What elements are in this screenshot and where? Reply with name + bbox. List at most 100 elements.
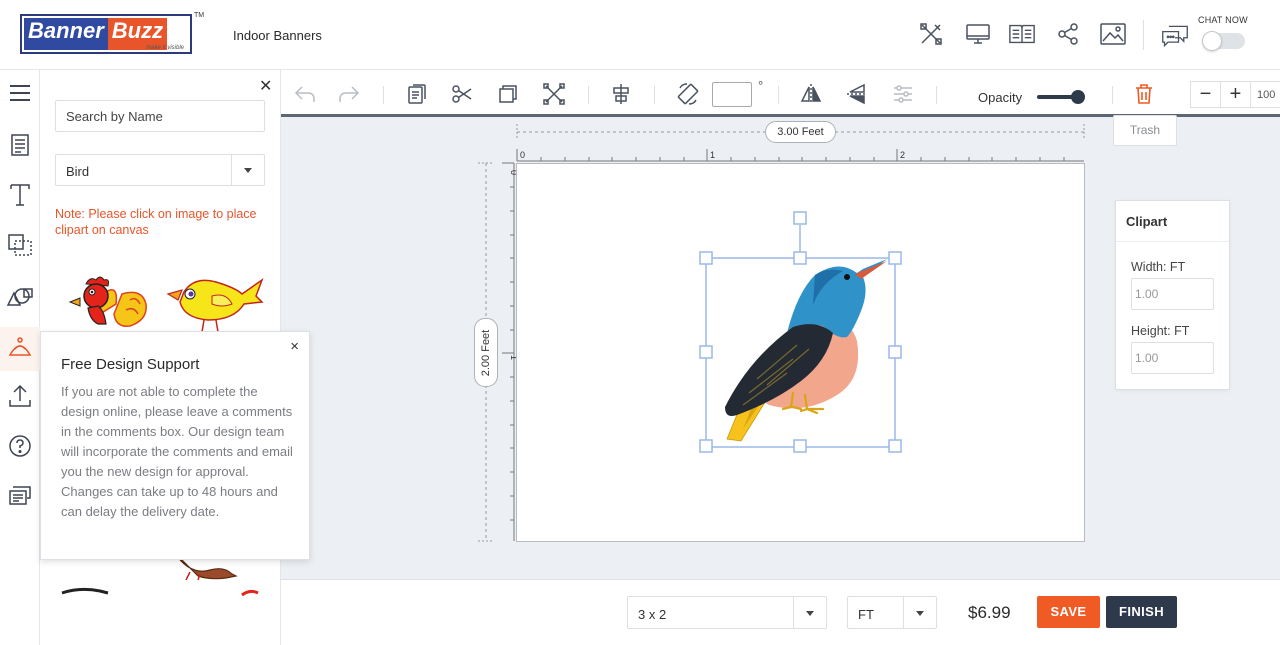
toolbar-divider <box>383 86 384 104</box>
ruler-h-ticks <box>516 149 1065 161</box>
clipart-icon[interactable] <box>6 282 34 310</box>
chat-bubble-icon[interactable] <box>1161 22 1189 50</box>
finish-button[interactable]: FINISH <box>1106 596 1177 628</box>
redo-icon[interactable] <box>337 82 361 106</box>
share-icon[interactable] <box>1054 20 1082 48</box>
rotation-angle-input[interactable] <box>712 82 752 107</box>
upload-icon[interactable] <box>6 382 34 410</box>
bottom-bar: 3 x 2 FT $6.99 SAVE FINISH <box>281 579 1280 645</box>
clipart-red-bird[interactable] <box>240 584 260 602</box>
help-icon[interactable] <box>6 432 34 460</box>
paste-icon[interactable] <box>405 82 429 106</box>
zoom-control: − + 100 <box>1190 81 1280 108</box>
text-icon[interactable] <box>6 181 34 209</box>
unit-select[interactable]: FT <box>847 596 937 629</box>
toolbar-divider <box>654 86 655 104</box>
resize-handle-top-left[interactable] <box>699 251 713 265</box>
logo-text-banner: Banner <box>24 18 108 50</box>
editor-toolbar: ° Opacity − + 100 <box>281 70 1280 117</box>
comments-icon[interactable] <box>6 482 34 510</box>
resize-handle-left[interactable] <box>699 345 713 359</box>
chevron-down-icon <box>244 168 252 173</box>
flip-horizontal-icon[interactable] <box>799 82 823 106</box>
rotate-handle[interactable] <box>793 211 807 225</box>
image-gallery-icon[interactable] <box>1099 20 1127 48</box>
resize-handle-right[interactable] <box>888 345 902 359</box>
menu-icon[interactable] <box>6 79 34 107</box>
book-guide-icon[interactable] <box>1008 20 1036 48</box>
chat-toggle[interactable] <box>1202 31 1245 51</box>
clipart-width-input[interactable] <box>1131 278 1214 310</box>
undo-icon[interactable] <box>293 82 317 106</box>
duplicate-icon[interactable] <box>496 82 520 106</box>
toolbar-divider <box>936 86 937 104</box>
header-divider <box>1143 20 1144 50</box>
logo-tagline: make it visible <box>146 45 184 51</box>
select-divider <box>903 597 904 628</box>
flip-vertical-icon[interactable] <box>845 82 869 106</box>
resize-handle-top[interactable] <box>793 251 807 265</box>
rotate-icon[interactable] <box>676 82 700 106</box>
ruler-h-label: 1 <box>710 150 715 160</box>
resize-handle-bottom[interactable] <box>793 439 807 453</box>
canvas-height-label: 2.00 Feet <box>474 318 498 387</box>
trash-tooltip: Trash <box>1113 115 1177 146</box>
opacity-slider-handle[interactable] <box>1071 90 1085 104</box>
degree-symbol: ° <box>758 78 764 93</box>
width-label: Width: FT <box>1131 260 1186 274</box>
clipart-dark-bird[interactable] <box>60 582 110 600</box>
popup-title: Free Design Support <box>61 356 200 373</box>
zoom-out-button[interactable]: − <box>1191 82 1221 107</box>
ruler-h-label: 2 <box>900 150 905 160</box>
tool-rail <box>0 70 40 645</box>
monitor-preview-icon[interactable] <box>964 20 992 48</box>
trash-icon[interactable] <box>1132 82 1156 106</box>
clipart-search-input[interactable] <box>55 100 265 132</box>
product-name: Indoor Banners <box>233 28 322 43</box>
popup-body: If you are not able to complete the desi… <box>61 384 293 519</box>
toolbar-divider <box>588 86 589 104</box>
panel-close-icon[interactable]: ✕ <box>259 76 272 96</box>
clipart-category-select[interactable]: Bird <box>55 154 265 186</box>
free-design-support-popup: × Free Design Support If you are not abl… <box>40 331 310 560</box>
tools-icon[interactable] <box>917 20 945 48</box>
clipart-properties-panel: Clipart Width: FT Height: FT <box>1115 200 1230 390</box>
chevron-down-icon <box>916 611 924 616</box>
chevron-down-icon <box>806 611 814 616</box>
resize-handle-bottom-left[interactable] <box>699 439 713 453</box>
align-center-icon[interactable] <box>609 82 633 106</box>
template-icon[interactable] <box>6 131 34 159</box>
unit-selected-value: FT <box>858 607 874 622</box>
select-divider <box>231 155 232 185</box>
price: $6.99 <box>968 603 1011 622</box>
ruler-v-ticks <box>502 162 514 521</box>
height-label: Height: FT <box>1131 324 1190 338</box>
bird-clipart-icon[interactable] <box>6 332 34 360</box>
clipart-yellow-bird[interactable] <box>164 274 264 339</box>
clipart-height-input[interactable] <box>1131 342 1214 374</box>
cut-icon[interactable] <box>450 82 474 106</box>
category-selected-value: Bird <box>66 164 90 179</box>
save-button[interactable]: SAVE <box>1037 596 1100 628</box>
toggle-knob <box>1202 31 1222 51</box>
zoom-value: 100 <box>1257 88 1276 101</box>
size-select[interactable]: 3 x 2 <box>627 596 827 629</box>
logo-trademark: TM <box>194 12 205 19</box>
size-selected-value: 3 x 2 <box>638 607 667 622</box>
toolbar-divider <box>778 86 779 104</box>
props-title: Clipart <box>1116 201 1229 242</box>
crop-icon[interactable] <box>542 82 566 106</box>
canvas-width-label: 3.00 Feet <box>765 121 836 143</box>
popup-close-icon[interactable]: × <box>290 338 299 355</box>
canvas-height-text: 2.00 Feet <box>480 329 492 376</box>
zoom-in-button[interactable]: + <box>1221 82 1251 107</box>
toolbar-divider <box>1112 86 1113 104</box>
selected-clipart[interactable] <box>697 209 907 455</box>
settings-sliders-icon[interactable] <box>891 82 915 106</box>
resize-handle-top-right[interactable] <box>888 251 902 265</box>
clipart-rooster[interactable] <box>66 274 150 337</box>
opacity-label: Opacity <box>978 90 1023 105</box>
bannerbuzz-logo[interactable]: Banner Buzz make it visible <box>20 14 192 54</box>
resize-handle-bottom-right[interactable] <box>888 439 902 453</box>
shapes-icon[interactable] <box>6 231 34 259</box>
